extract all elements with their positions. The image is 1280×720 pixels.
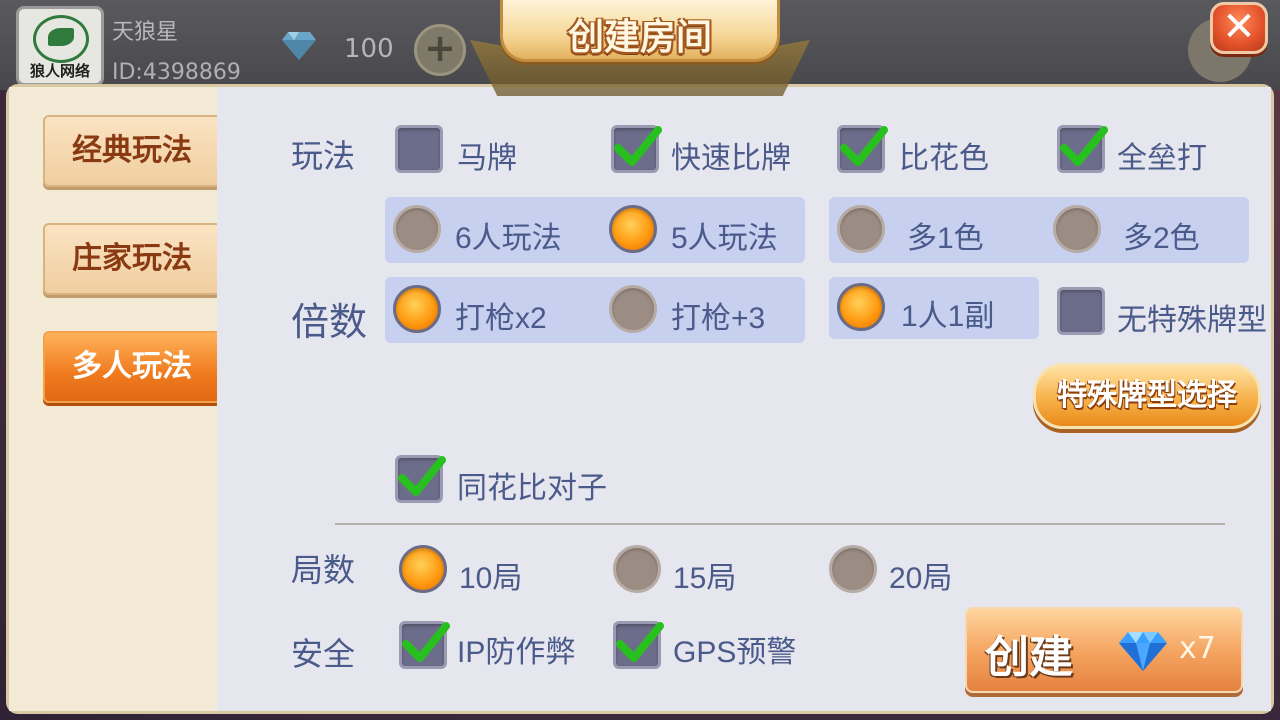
checkbox-gps-warning[interactable] — [613, 621, 664, 669]
radio-10-rounds[interactable] — [399, 545, 447, 593]
avatar-caption: 狼人网络 — [29, 63, 90, 80]
checkbox-ma-pai[interactable] — [395, 125, 443, 173]
option-label: 6人玩法 — [455, 222, 562, 255]
dialog-title-banner: 创建房间 — [500, 0, 780, 62]
checkbox-fast-compare[interactable] — [611, 125, 662, 173]
mode-sidebar: 经典玩法 庄家玩法 多人玩法 — [9, 87, 241, 711]
option-label: 同花比对子 — [457, 472, 607, 505]
rounds-label: 局数 — [291, 552, 356, 588]
option-label: 全垒打 — [1117, 142, 1207, 175]
beishu-label: 倍数 — [291, 302, 368, 344]
checkmark-icon — [398, 456, 446, 496]
option-label: 20局 — [889, 562, 953, 595]
diamond-icon — [1119, 632, 1167, 671]
security-label: 安全 — [291, 636, 356, 672]
checkmark-icon — [840, 126, 888, 166]
checkbox-home-run[interactable] — [1057, 125, 1108, 173]
tab-multiplayer[interactable]: 多人玩法 — [43, 331, 241, 405]
tab-banker[interactable]: 庄家玩法 — [43, 223, 221, 295]
option-label: 比花色 — [899, 142, 989, 175]
checkmark-icon — [616, 622, 664, 662]
dialog-title: 创建房间 — [567, 17, 712, 58]
option-label: 10局 — [459, 562, 523, 595]
option-label: 打枪x2 — [455, 302, 547, 335]
radio-plus-2-color[interactable] — [1053, 205, 1101, 253]
avatar[interactable]: 狼人网络 — [16, 6, 104, 86]
checkmark-icon — [1060, 126, 1108, 166]
checkbox-flush-vs-pair[interactable] — [395, 455, 446, 503]
option-label: 无特殊牌型 — [1117, 304, 1267, 337]
special-hand-select-button[interactable]: 特殊牌型选择 — [1033, 363, 1261, 429]
option-label: 快速比牌 — [671, 142, 791, 175]
checkbox-compare-suit[interactable] — [837, 125, 888, 173]
radio-plus-1-color[interactable] — [837, 205, 885, 253]
option-label: 5人玩法 — [671, 222, 778, 255]
radio-1-person-1-deck[interactable] — [837, 283, 885, 331]
wolf-logo-icon — [33, 15, 89, 63]
radio-20-rounds[interactable] — [829, 545, 877, 593]
user-id: ID:4398869 — [112, 60, 241, 85]
wanfa-label: 玩法 — [291, 138, 356, 174]
option-label: IP防作弊 — [457, 636, 576, 669]
option-label: 1人1副 — [901, 300, 995, 333]
tab-classic[interactable]: 经典玩法 — [43, 115, 221, 187]
close-button[interactable]: ✕ — [1210, 2, 1268, 54]
option-label: 15局 — [673, 562, 737, 595]
checkmark-icon — [614, 126, 662, 166]
option-label: 多1色 — [907, 222, 984, 255]
radio-shoot-x2[interactable] — [393, 285, 441, 333]
diamond-balance: 100 — [344, 34, 394, 64]
add-diamonds-button[interactable]: + — [414, 24, 466, 76]
section-divider — [335, 523, 1225, 525]
radio-6-players[interactable] — [393, 205, 441, 253]
checkbox-no-special-hand[interactable] — [1057, 287, 1105, 335]
create-button-label: 创建 — [985, 632, 1073, 683]
create-room-dialog: 经典玩法 庄家玩法 多人玩法 玩法 马牌 快速比牌 比花色 全垒打 6人玩法 5… — [6, 84, 1274, 714]
username: 天狼星 — [112, 20, 179, 45]
radio-5-players[interactable] — [609, 205, 657, 253]
option-label: 打枪+3 — [671, 302, 766, 335]
checkbox-ip-anti-cheat[interactable] — [399, 621, 450, 669]
diamond-icon — [282, 32, 316, 60]
option-label: 多2色 — [1123, 222, 1200, 255]
radio-shoot-plus-3[interactable] — [609, 285, 657, 333]
option-label: 马牌 — [457, 142, 517, 175]
option-label: GPS预警 — [673, 636, 797, 669]
create-cost: x7 — [1179, 631, 1216, 666]
checkmark-icon — [402, 622, 450, 662]
create-room-button[interactable]: 创建 x7 — [965, 607, 1243, 693]
radio-15-rounds[interactable] — [613, 545, 661, 593]
